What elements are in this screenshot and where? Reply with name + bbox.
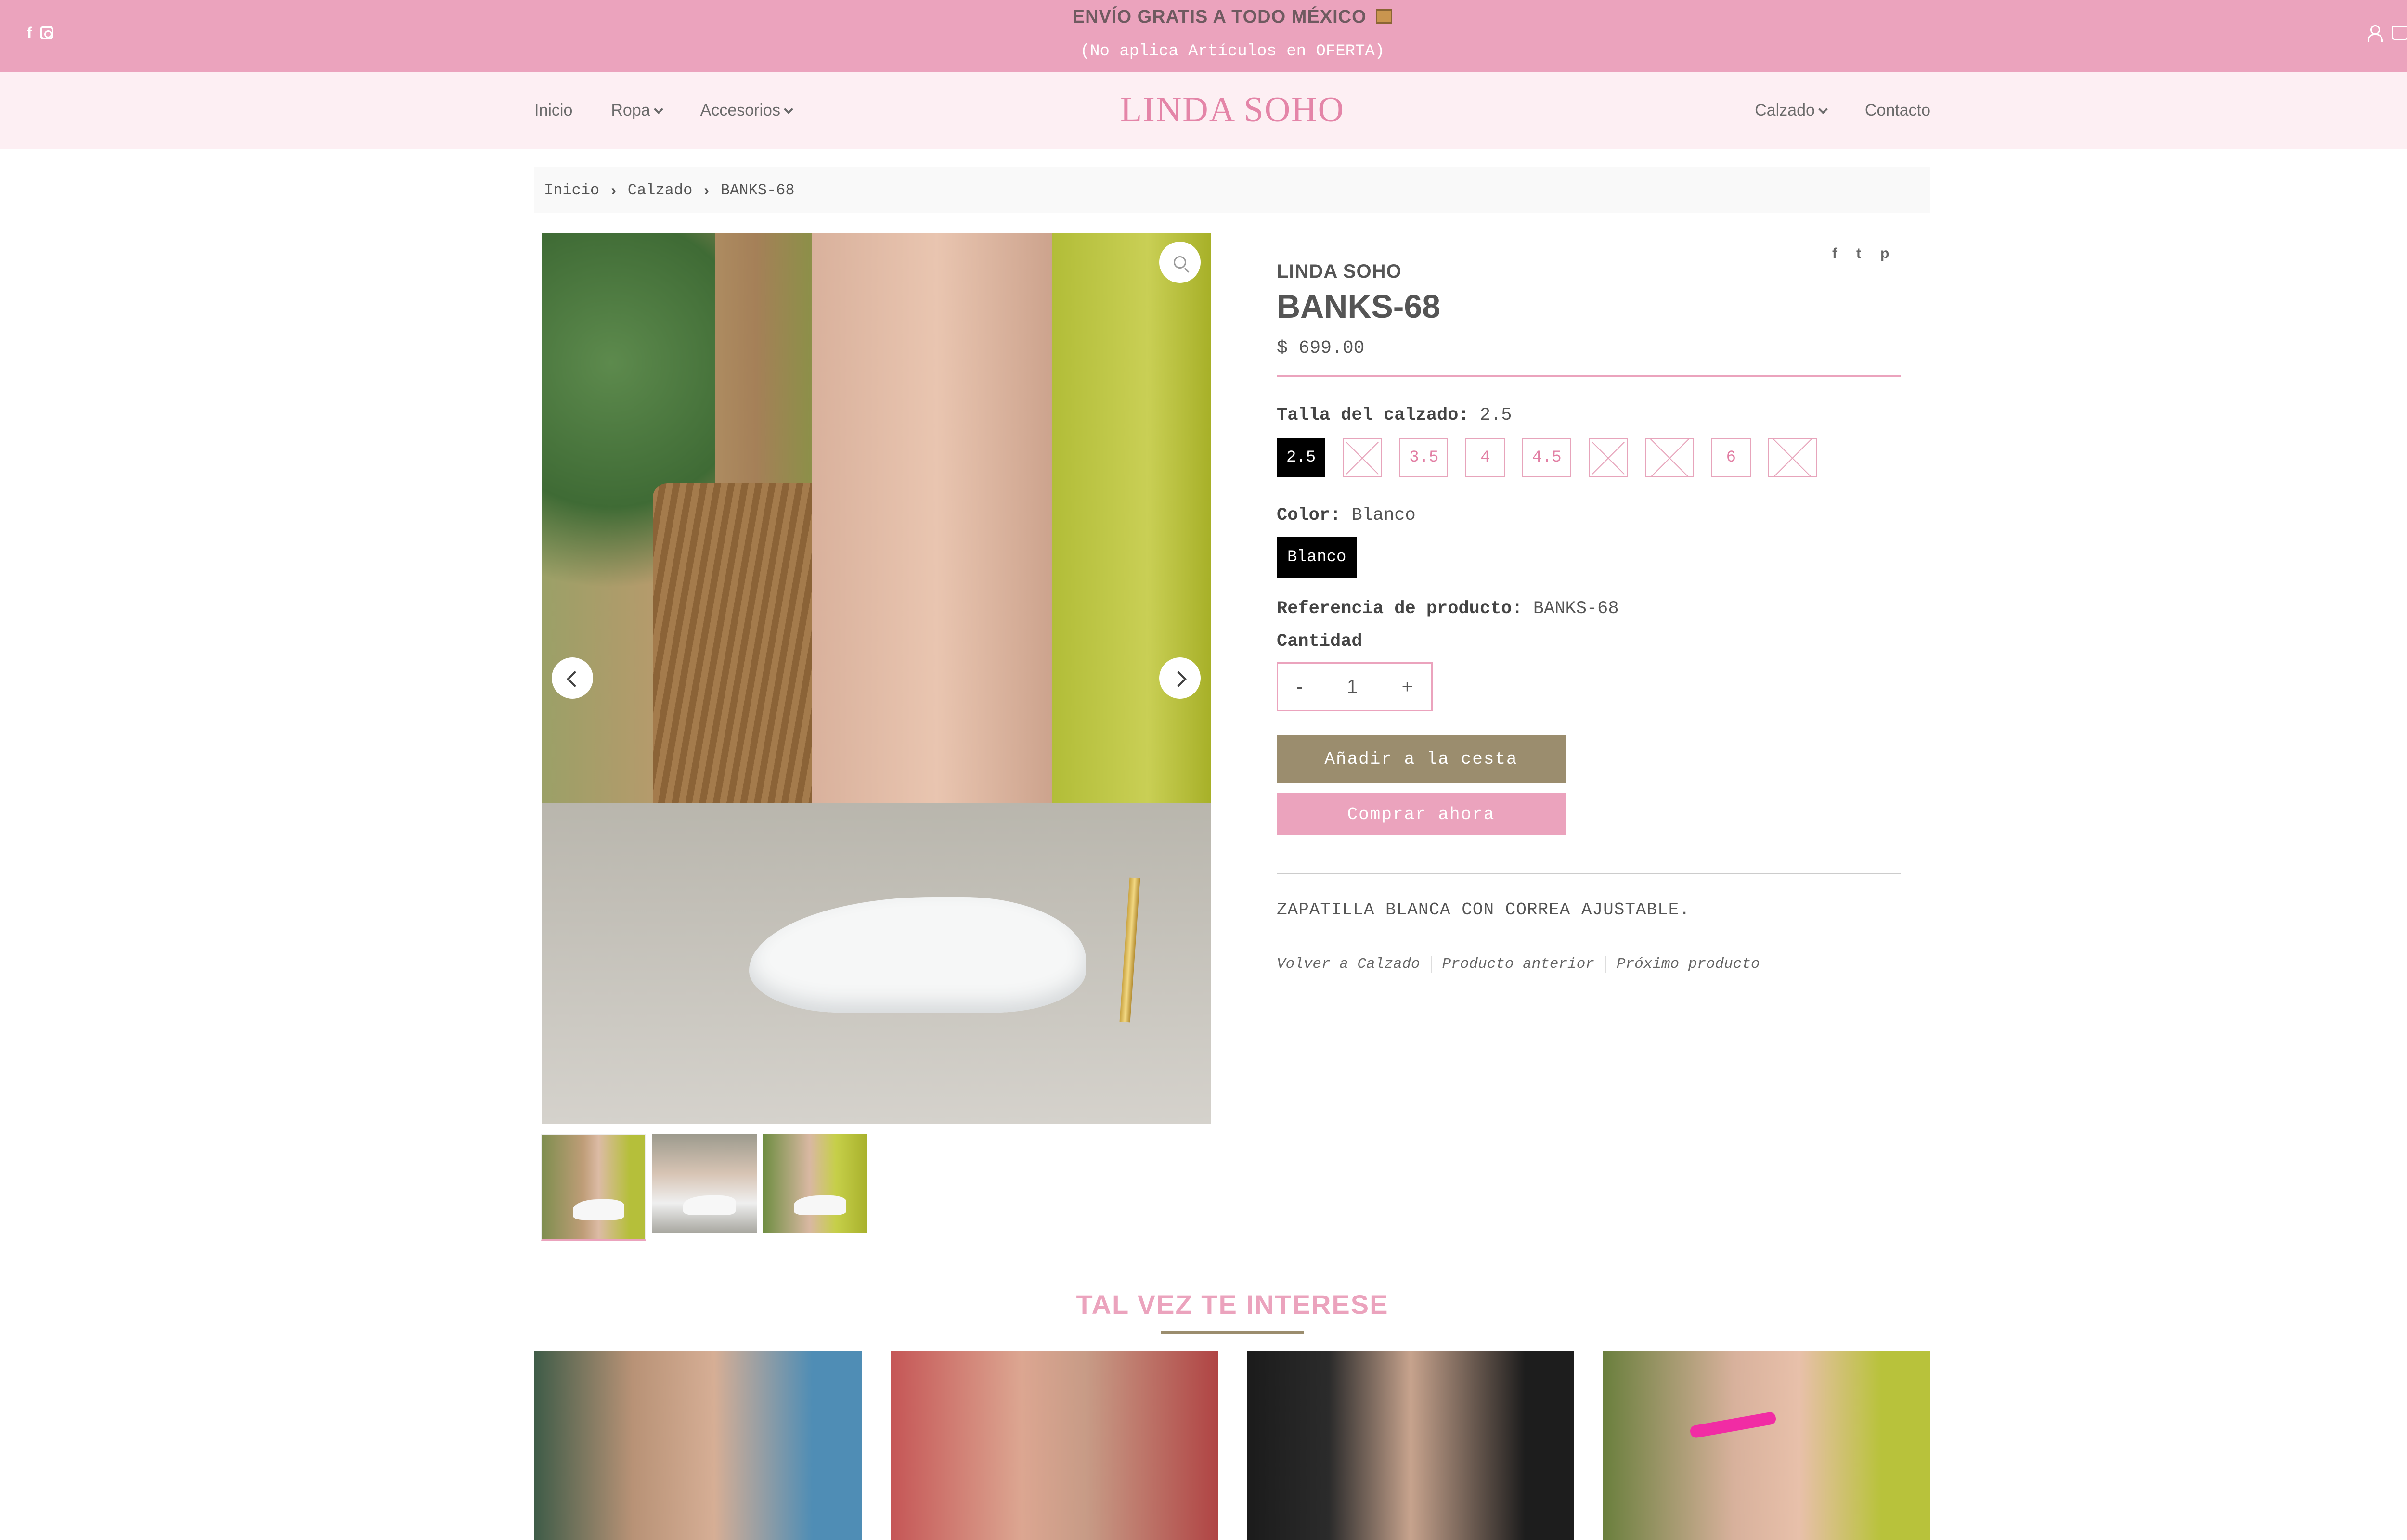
gallery-prev-button[interactable] xyxy=(552,657,593,699)
related-product-card[interactable] xyxy=(1603,1351,1930,1540)
pinterest-icon[interactable]: p xyxy=(1880,245,1889,262)
divider xyxy=(1277,375,1901,377)
related-title: TAL VEZ TE INTERESE xyxy=(1076,1289,1389,1320)
divider xyxy=(1277,873,1901,874)
related-product-card[interactable] xyxy=(891,1351,1218,1540)
twitter-icon[interactable]: t xyxy=(1856,245,1861,262)
size-label-row: Talla del calzado: 2.5 xyxy=(1277,405,1512,425)
zoom-icon xyxy=(1174,256,1186,269)
gallery-next-button[interactable] xyxy=(1159,657,1201,699)
zoom-button[interactable] xyxy=(1159,242,1201,283)
size-option[interactable]: 4.5 xyxy=(1522,438,1571,477)
nav-item-contacto[interactable]: Contacto xyxy=(1865,101,1930,120)
related-product-card[interactable] xyxy=(1247,1351,1574,1540)
size-option[interactable]: 5 xyxy=(1588,438,1628,477)
thumbnail-2[interactable] xyxy=(652,1134,757,1233)
announcement-line1: ENVÍO GRATIS A TODO MÉXICO xyxy=(0,7,2407,27)
next-product-link[interactable]: Próximo producto xyxy=(1617,956,1771,973)
related-title-underline xyxy=(1161,1331,1304,1334)
back-to-collection-link[interactable]: Volver a Calzado xyxy=(1277,956,1432,973)
color-option-blanco[interactable]: Blanco xyxy=(1277,537,1357,578)
breadcrumb-calzado[interactable]: Calzado xyxy=(628,181,692,199)
sku-row: Referencia de producto: BANKS-68 xyxy=(1277,599,1619,619)
product-main-image[interactable] xyxy=(542,233,1211,1124)
share-links: f t p xyxy=(1832,245,1889,262)
thumbnail-strip xyxy=(541,1134,867,1241)
buy-now-button[interactable]: Comprar ahora xyxy=(1277,793,1566,835)
size-option[interactable]: 5.5 xyxy=(1645,438,1694,477)
size-option[interactable]: 2.5 xyxy=(1277,438,1326,477)
announcement-bar: f ENVÍO GRATIS A TODO MÉXICO (No aplica … xyxy=(0,0,2407,72)
chevron-right-icon: › xyxy=(704,181,709,199)
size-option[interactable]: 6 xyxy=(1711,438,1751,477)
thumbnail-1[interactable] xyxy=(541,1134,646,1241)
size-options: 2.5 3 3.5 4 4.5 5 5.5 6 6.5 xyxy=(1277,438,1817,477)
previous-product-link[interactable]: Producto anterior xyxy=(1442,956,1606,973)
breadcrumb: Inicio › Calzado › BANKS-68 xyxy=(534,167,1930,213)
chevron-right-icon: › xyxy=(611,181,616,199)
site-header: Inicio Ropa Accesorios LINDA SOHO Calzad… xyxy=(0,72,2407,149)
breadcrumb-current: BANKS-68 xyxy=(720,181,795,199)
chevron-down-icon xyxy=(1818,104,1828,114)
nav-right: Calzado Contacto xyxy=(1755,101,1930,120)
related-products xyxy=(534,1351,1930,1540)
user-icon[interactable] xyxy=(2367,24,2383,42)
announcement-line2: (No aplica Artículos en OFERTA) xyxy=(1080,42,1385,61)
product-title: BANKS-68 xyxy=(1277,288,1441,325)
add-to-cart-button[interactable]: Añadir a la cesta xyxy=(1277,735,1566,783)
color-label-row: Color: Blanco xyxy=(1277,505,1416,526)
facebook-icon[interactable]: f xyxy=(1832,245,1837,262)
quantity-plus-button[interactable]: + xyxy=(1402,676,1413,698)
quantity-stepper: - 1 + xyxy=(1277,662,1433,711)
related-product-card[interactable] xyxy=(534,1351,862,1540)
size-option[interactable]: 4 xyxy=(1465,438,1505,477)
quantity-input[interactable]: 1 xyxy=(1347,676,1358,698)
size-option[interactable]: 6.5 xyxy=(1768,438,1817,477)
thumbnail-3[interactable] xyxy=(763,1134,867,1233)
quantity-label: Cantidad xyxy=(1277,631,1362,652)
product-vendor: LINDA SOHO xyxy=(1277,261,1402,282)
size-option[interactable]: 3.5 xyxy=(1399,438,1449,477)
breadcrumb-home[interactable]: Inicio xyxy=(544,181,599,199)
product-price: $ 699.00 xyxy=(1277,338,1365,359)
size-option[interactable]: 3 xyxy=(1343,438,1383,477)
cart-icon[interactable] xyxy=(2392,26,2407,40)
site-logo[interactable]: LINDA SOHO xyxy=(0,90,2407,130)
quantity-minus-button[interactable]: - xyxy=(1296,676,1303,698)
product-description: ZAPATILLA BLANCA CON CORREA AJUSTABLE. xyxy=(1277,900,1690,920)
package-icon xyxy=(1376,9,1393,24)
header-actions: 0 xyxy=(2367,24,2407,42)
product-navigation: Volver a Calzado Producto anterior Próxi… xyxy=(1277,956,1781,973)
instagram-icon[interactable] xyxy=(39,26,53,39)
nav-item-calzado[interactable]: Calzado xyxy=(1755,101,1828,120)
